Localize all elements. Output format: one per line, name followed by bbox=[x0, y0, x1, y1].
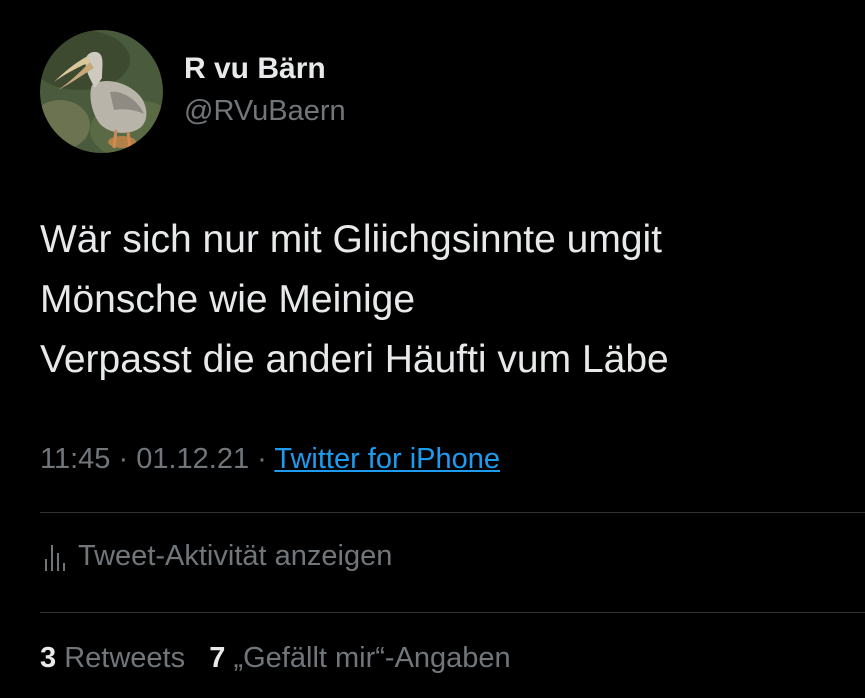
tweet-source-link[interactable]: Twitter for iPhone bbox=[274, 443, 500, 475]
tweet-activity-label: Tweet-Aktivität anzeigen bbox=[78, 540, 393, 572]
retweets-count: 3 bbox=[40, 642, 57, 674]
retweets-stat[interactable]: 3 Retweets bbox=[40, 642, 185, 674]
pelican-avatar-image bbox=[40, 30, 163, 153]
meta-separator: · bbox=[110, 443, 137, 475]
tweet-text: Wär sich nur mit Gliichgsinnte umgit Mön… bbox=[40, 210, 840, 390]
tweet-stats: 3 Retweets 7 „Gefällt mir“-Angaben bbox=[40, 642, 511, 675]
avatar[interactable] bbox=[40, 30, 163, 153]
author-handle[interactable]: @RVuBaern bbox=[184, 95, 346, 128]
likes-label: „Gefällt mir“-Angaben bbox=[233, 642, 511, 674]
meta-separator: · bbox=[249, 443, 275, 475]
author-name[interactable]: R vu Bärn bbox=[184, 52, 326, 86]
tweet-line: Verpasst die anderi Häufti vum Läbe bbox=[40, 338, 669, 381]
tweet-meta: 11:45 · 01.12.21 · Twitter for iPhone bbox=[40, 443, 500, 476]
tweet-date[interactable]: 01.12.21 bbox=[136, 443, 249, 475]
tweet-time[interactable]: 11:45 bbox=[40, 443, 110, 475]
tweet-line: Wär sich nur mit Gliichgsinnte umgit bbox=[40, 218, 663, 261]
tweet-activity-button[interactable]: Tweet-Aktivität anzeigen bbox=[44, 540, 392, 573]
likes-count: 7 bbox=[209, 642, 226, 674]
divider bbox=[40, 512, 865, 513]
divider bbox=[40, 612, 865, 613]
likes-stat[interactable]: 7 „Gefällt mir“-Angaben bbox=[209, 642, 510, 674]
bar-chart-icon bbox=[44, 541, 66, 573]
tweet-line: Mönsche wie Meinige bbox=[40, 278, 416, 321]
retweets-label: Retweets bbox=[64, 642, 186, 674]
